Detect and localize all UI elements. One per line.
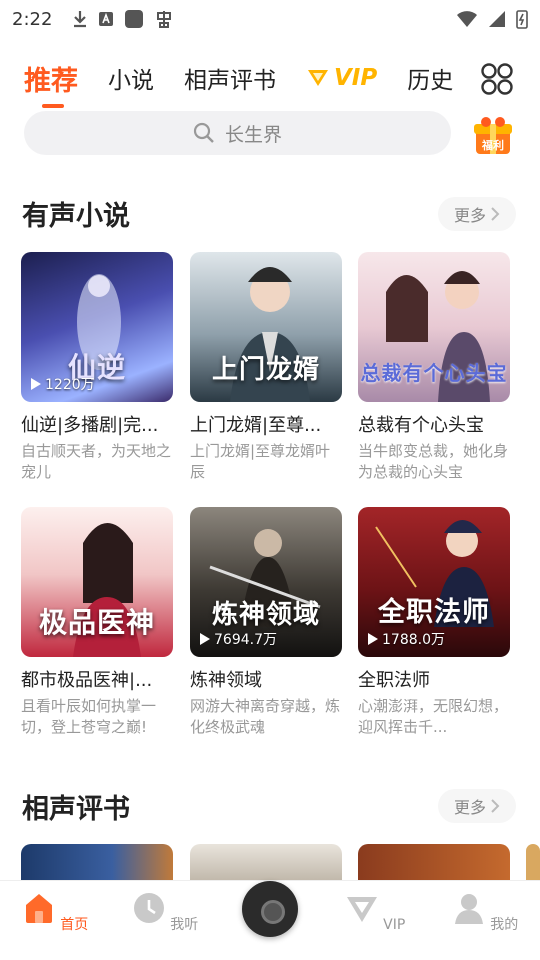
more-button-crosstalk[interactable]: 更多 [438,789,516,823]
home-icon [25,894,52,923]
gift-icon: 福利 [474,117,512,154]
novel-card-1[interactable]: 仙逆 1220万 仙逆|多播剧|完... 自古顺天者，为天地之宠儿 [21,252,173,483]
category-grid-icon[interactable] [480,62,514,96]
chevron-right-icon [491,799,500,813]
cover-title-text: 极品医神 [38,606,155,639]
app-square-icon [125,10,143,28]
tab-crosstalk[interactable]: 相声评书 [184,61,276,95]
cover-image: 上门龙婿 [190,252,342,402]
cover-image: 炼神领域 7694.7万 [190,507,342,657]
user-icon [454,894,483,924]
bug-icon [157,11,171,28]
novel-title: 全职法师 [358,670,430,691]
nav-home[interactable]: 首页 [20,891,90,934]
novel-desc: 且看叶辰如何执掌一切，登上苍穹之巅! [21,697,157,736]
font-a-icon [99,12,113,26]
novel-title: 都市极品医神|... [21,670,153,691]
nav-listen[interactable]: 我听 [130,891,200,934]
play-count-text: 1788.0万 [382,632,445,648]
search-icon [193,122,214,143]
section-title-novels: 有声小说 [22,201,130,232]
more-label: 更多 [453,206,486,225]
tab-vip[interactable]: VIP [306,65,377,91]
signal-icon [489,11,505,27]
status-icons-right [456,9,528,29]
novel-title: 上门龙婿|至尊... [190,415,322,436]
play-count: 1220万 [31,374,95,394]
play-count-text: 1220万 [45,377,95,393]
novel-title: 炼神领域 [190,670,262,691]
play-icon [368,633,378,645]
tab-novel[interactable]: 小说 [108,61,154,95]
cover-image: 总裁有个心头宝 [358,252,510,402]
tab-history[interactable]: 历史 [407,61,457,95]
wifi-icon [457,11,477,27]
cover-title-text: 全职法师 [378,597,490,628]
bottom-nav: 首页 我听 VIP 我的 [0,880,540,960]
play-count: 7694.7万 [200,629,277,649]
cover-title-text: 上门龙婿 [211,355,320,385]
welfare-gift-button[interactable]: 福利 [470,116,516,156]
tab-recommend[interactable]: 推荐 [24,59,78,108]
cover-image: 极品医神 [21,507,173,657]
status-bar: 2:22 [0,0,540,38]
status-icons-left [72,9,174,29]
novel-desc: 心潮澎湃，无限幻想，迎风挥击千... [358,697,509,736]
status-time: 2:22 [12,8,53,30]
cover-image: 全职法师 1788.0万 [358,507,510,657]
crosstalk-thumb-4[interactable] [526,844,540,884]
chevron-right-icon [491,207,500,221]
play-icon [200,633,210,645]
download-icon [74,11,86,28]
novel-desc: 当牛郎变总裁，她化身为总裁的心头宝 [358,442,509,481]
gift-label: 福利 [481,138,504,152]
search-placeholder: 长生界 [224,123,282,146]
tab-vip-label: VIP [334,65,378,91]
cover-title-text: 炼神领域 [211,600,320,630]
vip-diamond-icon [308,70,328,86]
novel-title: 总裁有个心头宝 [358,415,484,436]
crosstalk-thumb-3[interactable] [358,844,510,884]
play-count-text: 7694.7万 [214,632,277,648]
novel-card-6[interactable]: 全职法师 1788.0万 全职法师 心潮澎湃，无限幻想，迎风挥击千... [358,507,510,738]
vip-diamond-icon [346,897,377,922]
cover-image: 仙逆 1220万 [21,252,173,402]
nav-home-label: 首页 [60,917,89,933]
play-icon [31,378,41,390]
section-title-crosstalk: 相声评书 [22,794,130,825]
novel-desc: 上门龙婿|至尊龙婿叶辰 [190,442,331,481]
novel-card-4[interactable]: 极品医神 都市极品医神|... 且看叶辰如何执掌一切，登上苍穹之巅! [21,507,173,738]
novel-card-5[interactable]: 炼神领域 7694.7万 炼神领域 网游大神离奇穿越，炼化终极武魂 [190,507,342,738]
search-bar[interactable]: 长生界 [24,111,451,155]
crosstalk-thumb-2[interactable] [190,844,342,884]
play-count: 1788.0万 [368,629,445,649]
clock-icon [133,893,164,923]
nav-vip-label: VIP [383,917,406,933]
novel-card-2[interactable]: 上门龙婿 上门龙婿|至尊... 上门龙婿|至尊龙婿叶辰 [190,252,342,483]
nav-vip[interactable]: VIP [340,891,410,933]
top-tab-bar: 推荐 小说 相声评书 VIP 历史 [0,52,540,108]
nav-mine-label: 我的 [490,917,519,933]
novel-title: 仙逆|多播剧|完... [21,415,159,436]
novel-desc: 自古顺天者，为天地之宠儿 [21,442,172,481]
novel-card-3[interactable]: 总裁有个心头宝 总裁有个心头宝 当牛郎变总裁，她化身为总裁的心头宝 [358,252,510,483]
nav-listen-label: 我听 [170,917,199,933]
novel-desc: 网游大神离奇穿越，炼化终极武魂 [190,697,341,736]
nav-mine[interactable]: 我的 [450,891,520,934]
cover-title-text: 总裁有个心头宝 [360,361,508,385]
more-button-novels[interactable]: 更多 [438,197,516,231]
crosstalk-thumb-1[interactable] [21,844,173,884]
more-label: 更多 [453,798,486,817]
player-disc-button[interactable] [242,881,298,937]
battery-charging-icon [516,10,528,29]
